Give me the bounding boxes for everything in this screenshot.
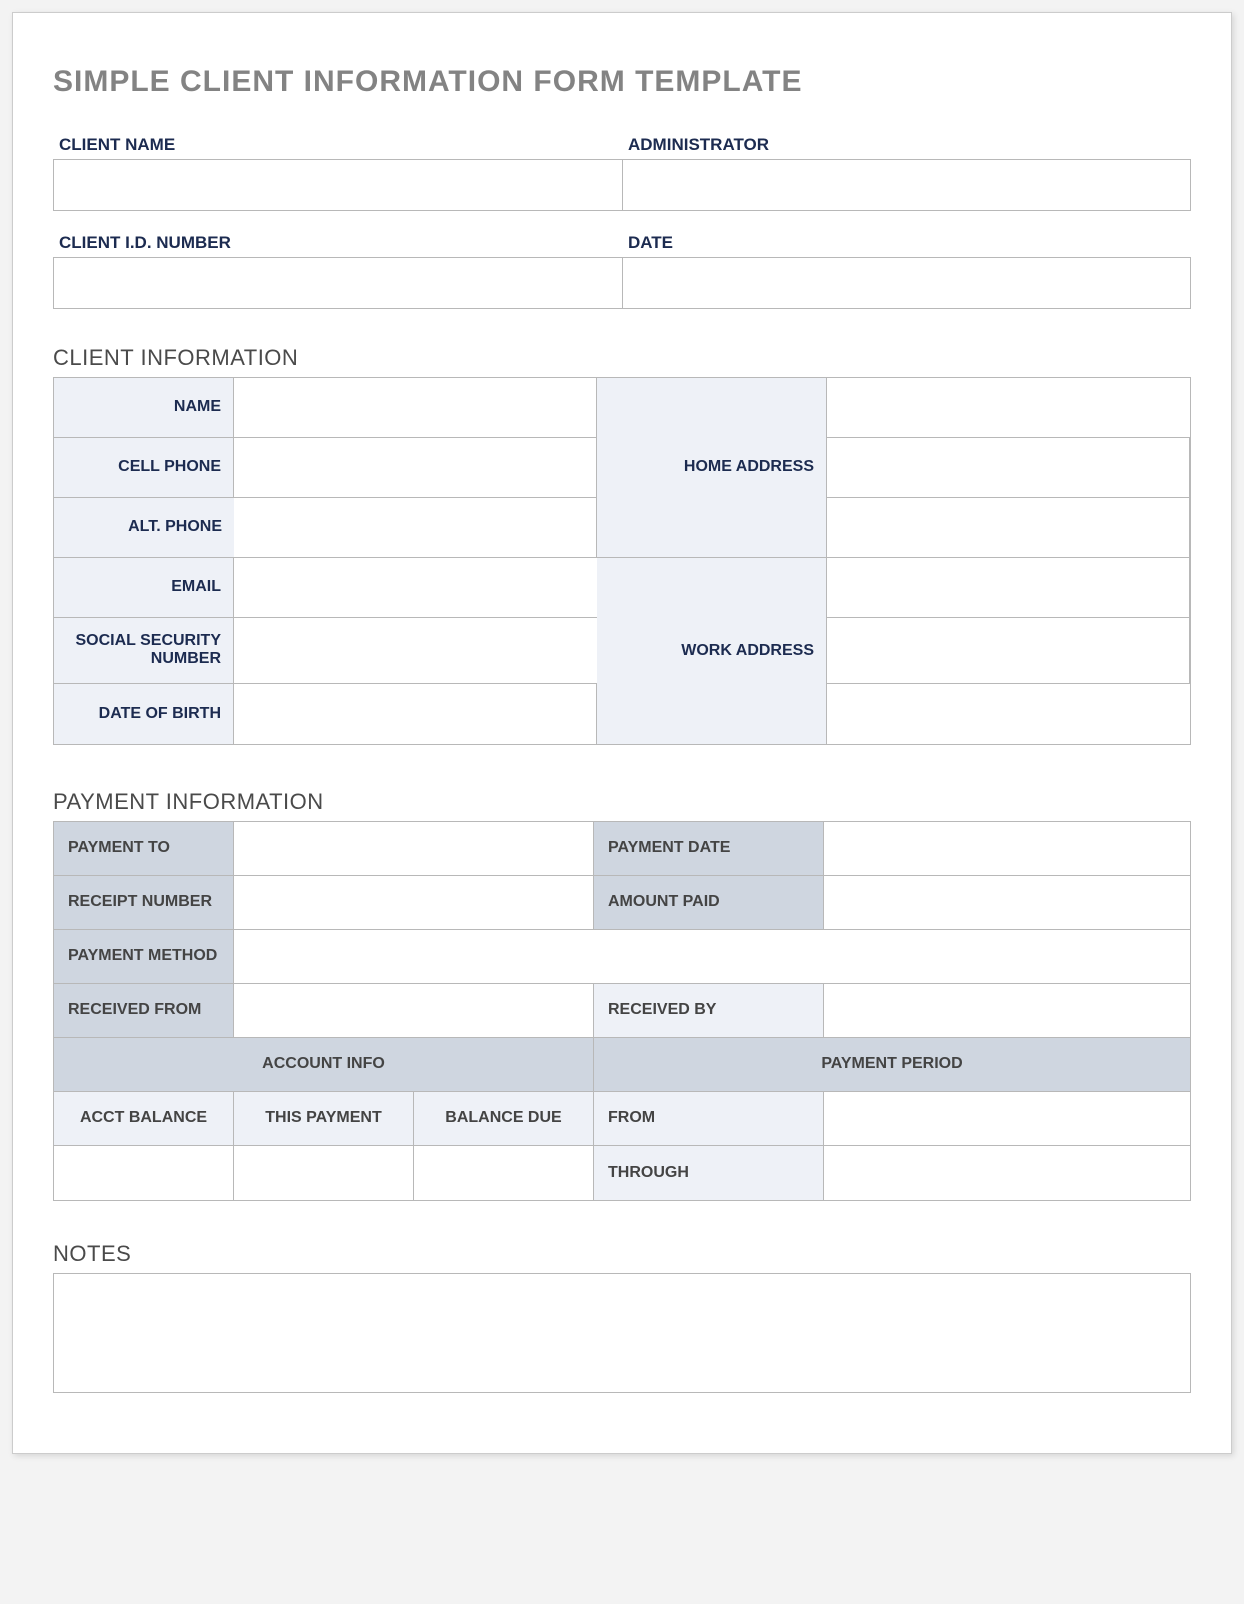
received-from-input[interactable] xyxy=(234,984,594,1038)
name-input[interactable] xyxy=(234,378,597,438)
received-from-label: RECEIVED FROM xyxy=(54,984,234,1038)
notes-input[interactable] xyxy=(53,1273,1191,1393)
home-address-line-2-input[interactable] xyxy=(827,438,1190,498)
email-input[interactable] xyxy=(234,558,597,618)
amount-paid-input[interactable] xyxy=(824,876,1190,930)
administrator-label: ADMINISTRATOR xyxy=(628,135,1191,155)
work-address-line-2-input[interactable] xyxy=(827,618,1190,684)
account-info-header: ACCOUNT INFO xyxy=(54,1038,594,1092)
administrator-input[interactable] xyxy=(622,159,1191,211)
balance-due-input[interactable] xyxy=(414,1146,594,1200)
receipt-number-input[interactable] xyxy=(234,876,594,930)
this-payment-label: THIS PAYMENT xyxy=(234,1092,414,1146)
from-input[interactable] xyxy=(824,1092,1190,1146)
payment-period-header: PAYMENT PERIOD xyxy=(594,1038,1190,1092)
form-page: SIMPLE CLIENT INFORMATION FORM TEMPLATE … xyxy=(12,12,1232,1454)
client-info-table: NAME HOME ADDRESS CELL PHONE ALT. PHONE … xyxy=(53,377,1191,745)
payment-method-label: PAYMENT METHOD xyxy=(54,930,234,984)
this-payment-input[interactable] xyxy=(234,1146,414,1200)
home-address-label: HOME ADDRESS xyxy=(597,378,827,558)
cell-phone-input[interactable] xyxy=(234,438,597,498)
receipt-number-label: RECEIPT NUMBER xyxy=(54,876,234,930)
client-id-input[interactable] xyxy=(53,257,622,309)
client-info-heading: CLIENT INFORMATION xyxy=(53,345,1191,371)
client-name-input[interactable] xyxy=(53,159,622,211)
payment-info-table: PAYMENT TO PAYMENT DATE RECEIPT NUMBER A… xyxy=(53,821,1191,1201)
page-title: SIMPLE CLIENT INFORMATION FORM TEMPLATE xyxy=(53,65,1191,99)
client-name-label: CLIENT NAME xyxy=(59,135,622,155)
dob-input[interactable] xyxy=(234,684,597,744)
dob-label: DATE OF BIRTH xyxy=(54,684,234,744)
name-label: NAME xyxy=(54,378,234,438)
home-address-line-1-input[interactable] xyxy=(827,378,1190,438)
alt-phone-input[interactable] xyxy=(234,498,597,558)
acct-balance-input[interactable] xyxy=(54,1146,234,1200)
amount-paid-label: AMOUNT PAID xyxy=(594,876,824,930)
administrator-cell: ADMINISTRATOR xyxy=(622,135,1191,211)
client-name-cell: CLIENT NAME xyxy=(53,135,622,211)
header-grid: CLIENT NAME ADMINISTRATOR CLIENT I.D. NU… xyxy=(53,135,1191,309)
date-label: DATE xyxy=(628,233,1191,253)
alt-phone-label: ALT. PHONE xyxy=(54,498,234,558)
ssn-label: SOCIAL SECURITY NUMBER xyxy=(54,618,234,684)
payment-info-heading: PAYMENT INFORMATION xyxy=(53,789,1191,815)
client-id-label: CLIENT I.D. NUMBER xyxy=(59,233,622,253)
received-by-label: RECEIVED BY xyxy=(594,984,824,1038)
client-id-cell: CLIENT I.D. NUMBER xyxy=(53,233,622,309)
through-label: THROUGH xyxy=(594,1146,824,1200)
payment-date-input[interactable] xyxy=(824,822,1190,876)
date-cell: DATE xyxy=(622,233,1191,309)
balance-due-label: BALANCE DUE xyxy=(414,1092,594,1146)
home-address-line-3-input[interactable] xyxy=(827,498,1190,558)
work-address-label: WORK ADDRESS xyxy=(597,558,827,744)
acct-balance-label: ACCT BALANCE xyxy=(54,1092,234,1146)
payment-method-input[interactable] xyxy=(234,930,1190,984)
through-input[interactable] xyxy=(824,1146,1190,1200)
payment-to-label: PAYMENT TO xyxy=(54,822,234,876)
cell-phone-label: CELL PHONE xyxy=(54,438,234,498)
work-address-line-3-input[interactable] xyxy=(827,684,1190,744)
email-label: EMAIL xyxy=(54,558,234,618)
date-input[interactable] xyxy=(622,257,1191,309)
ssn-input[interactable] xyxy=(234,618,597,684)
received-by-input[interactable] xyxy=(824,984,1190,1038)
work-address-line-1-input[interactable] xyxy=(827,558,1190,618)
payment-to-input[interactable] xyxy=(234,822,594,876)
from-label: FROM xyxy=(594,1092,824,1146)
payment-date-label: PAYMENT DATE xyxy=(594,822,824,876)
notes-heading: NOTES xyxy=(53,1241,1191,1267)
